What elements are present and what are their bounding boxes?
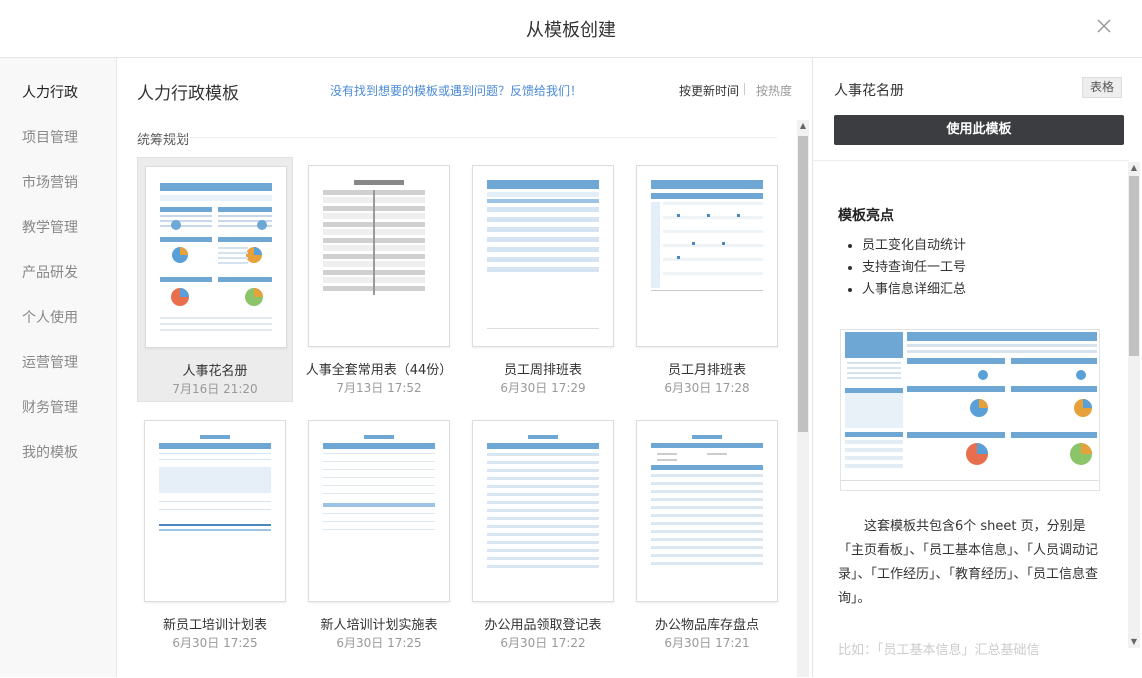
scroll-thumb[interactable] xyxy=(798,136,808,432)
scroll-up-arrow-icon[interactable]: ▲ xyxy=(797,120,809,132)
template-date: 6月30日 17:21 xyxy=(664,636,750,650)
template-thumbnail xyxy=(145,166,287,348)
template-card[interactable]: 员工周排班表 6月30日 17:29 xyxy=(465,157,621,402)
category-sidebar: 人力行政 项目管理 市场营销 教学管理 产品研发 个人使用 运营管理 财务管理 … xyxy=(0,58,117,677)
template-name: 办公用品领取登记表 xyxy=(484,618,602,633)
template-thumbnail xyxy=(308,165,450,347)
template-date: 6月30日 17:29 xyxy=(500,381,586,395)
template-card[interactable]: 人事全套常用表（44份） 7月13日 17:52 xyxy=(301,157,457,402)
template-preview-image xyxy=(840,329,1100,491)
template-card[interactable]: 办公用品领取登记表 6月30日 17:22 xyxy=(465,412,621,657)
sidebar-item-hr-admin[interactable]: 人力行政 xyxy=(22,82,78,102)
sort-divider xyxy=(744,83,745,95)
sidebar-item-my-templates[interactable]: 我的模板 xyxy=(22,442,78,462)
template-name: 员工周排班表 xyxy=(503,363,582,378)
section-title: 统筹规划 xyxy=(137,133,190,148)
template-card[interactable]: 新员工培训计划表 6月30日 17:25 xyxy=(137,412,293,657)
template-thumbnail xyxy=(144,420,286,602)
template-date: 6月30日 17:22 xyxy=(500,636,586,650)
template-thumbnail xyxy=(636,420,778,602)
highlight-item: 支持查询任一工号 xyxy=(862,257,966,279)
template-gallery: 人力行政模板 没有找到想要的模板或遇到问题？反馈给我们！ 按更新时间 按热度 统… xyxy=(117,58,809,677)
detail-content: 模板亮点 员工变化自动统计 支持查询任一工号 人事信息详细汇总 xyxy=(813,160,1129,678)
template-date: 6月30日 17:25 xyxy=(336,636,422,650)
sidebar-item-personal[interactable]: 个人使用 xyxy=(22,307,78,327)
template-card[interactable]: 员工月排班表 6月30日 17:28 xyxy=(629,157,785,402)
template-description: 这套模板共包含6个 sheet 页，分别是「主页看板」、「员工基本信息」、「人员… xyxy=(838,519,1099,606)
template-date: 7月13日 17:52 xyxy=(336,381,422,395)
dialog-title: 从模板创建 xyxy=(526,20,616,41)
sidebar-item-finance[interactable]: 财务管理 xyxy=(22,397,78,417)
detail-scrollbar[interactable]: ▲ ▼ xyxy=(1128,162,1140,648)
template-name: 人事全套常用表（44份） xyxy=(305,363,453,378)
template-name: 新员工培训计划表 xyxy=(162,618,267,633)
template-card[interactable]: 人事花名册 7月16日 21:20 xyxy=(137,157,293,402)
sidebar-item-product[interactable]: 产品研发 xyxy=(22,262,78,282)
detail-template-name: 人事花名册 xyxy=(834,83,904,99)
sort-by-update-time[interactable]: 按更新时间 xyxy=(679,82,739,99)
template-thumbnail xyxy=(308,420,450,602)
feedback-link[interactable]: 没有找到想要的模板或遇到问题？反馈给我们！ xyxy=(330,82,582,99)
gallery-heading: 人力行政模板 xyxy=(137,84,239,104)
sidebar-item-marketing[interactable]: 市场营销 xyxy=(22,172,78,192)
scroll-down-arrow-icon[interactable]: ▼ xyxy=(1128,636,1140,648)
template-detail-panel: 人事花名册 表格 使用此模板 模板亮点 员工变化自动统计 支持查询任一工号 人事… xyxy=(812,58,1142,678)
scroll-up-arrow-icon[interactable]: ▲ xyxy=(1128,162,1140,174)
template-thumbnail xyxy=(472,165,614,347)
gallery-scrollbar[interactable]: ▲ xyxy=(797,120,809,677)
template-name: 办公物品库存盘点 xyxy=(654,618,759,633)
template-date: 6月30日 17:28 xyxy=(664,381,750,395)
highlight-item: 人事信息详细汇总 xyxy=(862,279,966,301)
template-thumbnail xyxy=(636,165,778,347)
template-card[interactable]: 新人培训计划实施表 6月30日 17:25 xyxy=(301,412,457,657)
highlight-item: 员工变化自动统计 xyxy=(862,235,966,257)
type-badge: 表格 xyxy=(1082,77,1122,98)
highlights-title: 模板亮点 xyxy=(838,208,894,224)
scroll-thumb[interactable] xyxy=(1129,176,1139,356)
template-name: 人事花名册 xyxy=(182,364,248,379)
template-description-more: 比如：「员工基本信息」汇总基础信 xyxy=(838,643,1040,658)
sidebar-item-teaching[interactable]: 教学管理 xyxy=(22,217,78,237)
template-card[interactable]: 办公物品库存盘点 6月30日 17:21 xyxy=(629,412,785,657)
close-icon[interactable] xyxy=(1096,18,1112,34)
template-thumbnail xyxy=(472,420,614,602)
sidebar-item-project[interactable]: 项目管理 xyxy=(22,127,78,147)
template-date: 6月30日 17:25 xyxy=(172,636,258,650)
highlights-list: 员工变化自动统计 支持查询任一工号 人事信息详细汇总 xyxy=(838,235,966,301)
template-name: 员工月排班表 xyxy=(667,363,746,378)
template-name: 新人培训计划实施表 xyxy=(320,618,438,633)
dialog-header: 从模板创建 xyxy=(0,0,1142,58)
sidebar-item-operations[interactable]: 运营管理 xyxy=(22,352,78,372)
sort-by-popularity[interactable]: 按热度 xyxy=(756,82,792,99)
section-divider xyxy=(137,137,777,138)
template-date: 7月16日 21:20 xyxy=(172,382,258,396)
use-template-button[interactable]: 使用此模板 xyxy=(834,115,1124,145)
